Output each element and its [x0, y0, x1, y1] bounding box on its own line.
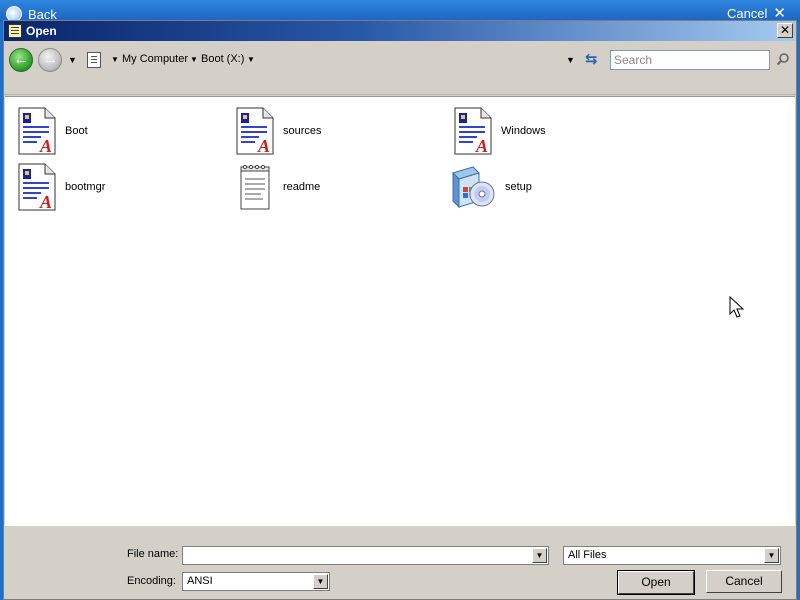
breadcrumb-my-computer[interactable]: My Computer [122, 53, 188, 65]
forward-arrow-icon: → [42, 51, 58, 68]
refresh-icon[interactable]: ⇆ [585, 50, 598, 68]
chevron-down-icon[interactable]: ▼ [532, 548, 547, 563]
dialog-footer: File name: ▼ All Files ▼ Encoding: ANSI … [4, 528, 796, 599]
document-a-icon: A [454, 107, 492, 155]
breadcrumb-boot-drive[interactable]: Boot (X:) [201, 53, 244, 65]
chevron-down-icon[interactable]: ▼ [313, 574, 328, 589]
nav-back-button[interactable]: ← [9, 48, 33, 72]
svg-text:A: A [39, 136, 52, 155]
notepad-icon [240, 164, 270, 210]
filename-input[interactable]: ▼ [182, 546, 549, 565]
search-icon[interactable] [776, 52, 790, 66]
svg-text:A: A [257, 136, 270, 155]
chevron-down-icon[interactable]: ▼ [247, 55, 255, 64]
dialog-title: Open [26, 24, 57, 38]
history-dropdown-icon[interactable]: ▼ [68, 55, 77, 65]
file-type-value: All Files [568, 549, 607, 561]
svg-text:A: A [475, 136, 488, 155]
location-icon [87, 52, 101, 68]
setup-cd-icon [452, 166, 495, 209]
file-name: Windows [501, 125, 546, 137]
document-a-icon: A [18, 107, 56, 155]
file-list[interactable]: A Boot A sources A Windows A bootmgr rea… [5, 96, 795, 526]
background-cancel-button[interactable]: Cancel ✕ [726, 4, 786, 22]
file-name: readme [283, 181, 321, 193]
file-item-setup[interactable]: setup [449, 163, 532, 211]
close-icon: ✕ [773, 4, 786, 22]
file-type-select[interactable]: All Files ▼ [563, 546, 781, 565]
nav-forward-button[interactable]: → [38, 48, 62, 72]
dialog-close-button[interactable]: ✕ [777, 23, 793, 38]
background-cancel-label: Cancel [726, 6, 768, 21]
file-item-sources[interactable]: A sources [235, 107, 322, 155]
file-item-windows[interactable]: A Windows [453, 107, 546, 155]
dialog-titlebar: Open ✕ [4, 21, 796, 41]
cancel-button[interactable]: Cancel [706, 570, 782, 593]
notepad-icon [8, 24, 22, 38]
back-arrow-icon: ← [13, 51, 29, 68]
file-item-boot[interactable]: A Boot [17, 107, 88, 155]
open-dialog: Open ✕ ← → ▼ ▼ My Computer ▼ Boot (X:) ▼… [3, 20, 797, 600]
file-item-bootmgr[interactable]: A bootmgr [17, 163, 105, 211]
encoding-select[interactable]: ANSI ▼ [182, 572, 330, 591]
mouse-cursor-icon [729, 296, 745, 318]
chevron-down-icon[interactable]: ▼ [111, 55, 119, 64]
svg-text:A: A [39, 192, 52, 211]
chevron-down-icon[interactable]: ▼ [190, 55, 198, 64]
document-a-icon: A [236, 107, 274, 155]
encoding-value: ANSI [187, 575, 213, 587]
background-wizard-bar: Back Cancel ✕ [0, 0, 800, 22]
file-name: setup [505, 181, 532, 193]
search-input[interactable] [610, 50, 770, 70]
column-header-strip [4, 79, 796, 95]
file-item-readme[interactable]: readme [235, 163, 320, 211]
document-a-icon: A [18, 163, 56, 211]
open-button[interactable]: Open [617, 570, 695, 595]
encoding-label: Encoding: [127, 575, 176, 587]
filename-label: File name: [127, 548, 179, 560]
chevron-down-icon[interactable]: ▼ [764, 548, 779, 563]
navigation-bar: ← → ▼ ▼ My Computer ▼ Boot (X:) ▼ ▼ ⇆ [4, 43, 796, 77]
file-name: Boot [65, 125, 88, 137]
address-dropdown-icon[interactable]: ▼ [566, 55, 575, 65]
file-name: bootmgr [65, 181, 106, 193]
file-name: sources [283, 125, 322, 137]
